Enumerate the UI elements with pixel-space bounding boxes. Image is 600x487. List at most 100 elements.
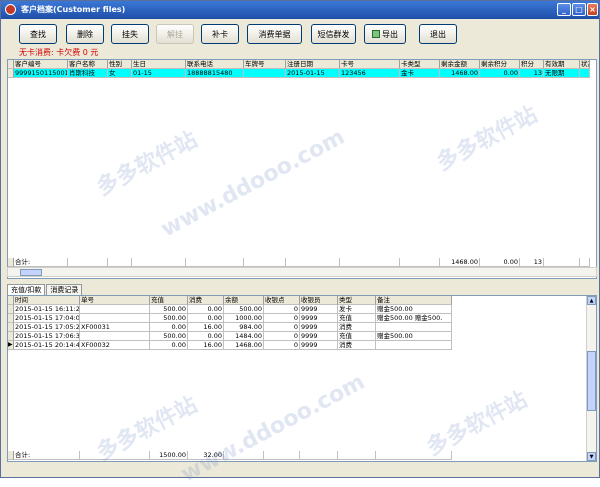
column-header[interactable]: 积分: [520, 60, 544, 69]
column-header[interactable]: 收银员: [300, 296, 338, 305]
delete-button[interactable]: 删除: [66, 24, 104, 44]
search-button[interactable]: 查找: [19, 24, 57, 44]
table-cell: 500.00: [150, 314, 188, 323]
tab-bar: 充值/扣款 消费记录: [7, 284, 83, 295]
status-text: 无卡消费: 卡欠费 0 元: [19, 48, 99, 57]
scroll-thumb[interactable]: [20, 269, 42, 276]
column-header[interactable]: 性别: [108, 60, 132, 69]
table-cell: 2015-01-15 17:06:31: [14, 332, 80, 341]
table-cell: 消费: [338, 341, 376, 350]
table-cell: 9999: [300, 323, 338, 332]
table-cell: 9999: [300, 314, 338, 323]
table-cell: 2015-01-15 17:04:07: [14, 314, 80, 323]
recharge-grid[interactable]: 时间 单号 充值 消费 余额 收银点 收银员 类型 备注 2015-01-15 …: [7, 295, 597, 462]
customer-grid[interactable]: 客户编号 客户名称 性别 生日 联系电话 车牌号 注册日期 卡号 卡类型 剩余金…: [7, 59, 597, 279]
column-header[interactable]: 充值: [150, 296, 188, 305]
tab-recharge[interactable]: 充值/扣款: [7, 284, 46, 295]
table-row[interactable]: 2015-01-15 16:11:25 500.00 0.00 500.00 0…: [8, 305, 596, 314]
totals-row: 合计: 1468.00 0.00 13: [8, 258, 596, 267]
column-header[interactable]: 单号: [80, 296, 150, 305]
column-header[interactable]: 收银点: [264, 296, 300, 305]
column-header[interactable]: 卡类型: [400, 60, 440, 69]
column-header[interactable]: 客户编号: [14, 60, 68, 69]
table-cell: 2015-01-15: [286, 69, 340, 78]
table-cell: 123456: [340, 69, 400, 78]
table-cell: 0: [264, 341, 300, 350]
table-cell: [376, 341, 452, 350]
column-header[interactable]: 生日: [132, 60, 186, 69]
column-header[interactable]: 注册日期: [286, 60, 340, 69]
export-button[interactable]: 导出: [364, 24, 406, 44]
column-header[interactable]: 消费: [188, 296, 224, 305]
table-cell: 9999: [300, 332, 338, 341]
table-cell: 18888815480: [186, 69, 244, 78]
total-consume: 32.00: [188, 451, 224, 460]
search-button-label: 查找: [30, 29, 46, 39]
table-cell: 0.00: [188, 314, 224, 323]
report-loss-button[interactable]: 挂失: [111, 24, 149, 44]
table-row[interactable]: 2015-01-15 17:04:07 500.00 0.00 1000.00 …: [8, 314, 596, 323]
scroll-up-button[interactable]: ▲: [587, 296, 596, 305]
table-cell: 充值: [338, 332, 376, 341]
column-header[interactable]: 联系电话: [186, 60, 244, 69]
table-cell: 2015-01-15 17:05:24: [14, 323, 80, 332]
table-cell: 无限期: [544, 69, 580, 78]
column-header[interactable]: 余额: [224, 296, 264, 305]
table-cell: 500.00: [150, 332, 188, 341]
table-cell: 1468.00: [224, 341, 264, 350]
totals-label: 合计:: [14, 258, 68, 267]
sms-group-button[interactable]: 短信群发: [311, 24, 356, 44]
table-row[interactable]: 2015-01-15 17:05:24 XF00031 0.00 16.00 9…: [8, 323, 596, 332]
totals-row: 合计: 1500.00 32.00: [8, 451, 596, 460]
unfreeze-button[interactable]: 解挂: [156, 24, 194, 44]
exit-button[interactable]: 退出: [419, 24, 457, 44]
table-row[interactable]: 9999150115001 肖斯科技 女 01-15 18888815480 2…: [8, 69, 596, 78]
column-header[interactable]: 备注: [376, 296, 452, 305]
column-header[interactable]: 类型: [338, 296, 376, 305]
minimize-button[interactable]: _: [557, 3, 571, 16]
app-icon: [5, 4, 16, 15]
close-button[interactable]: ×: [587, 3, 598, 16]
column-header[interactable]: 车牌号: [244, 60, 286, 69]
consumption-list-button[interactable]: 消费单据: [247, 24, 302, 44]
horizontal-scrollbar[interactable]: [7, 267, 597, 277]
maximize-button[interactable]: □: [572, 3, 586, 16]
table-cell: 984.00: [224, 323, 264, 332]
customer-files-window: 客户档案(Customer files) _ □ × 查找 删除 挂失 解挂 补…: [0, 0, 600, 487]
column-header[interactable]: 剩余积分: [480, 60, 520, 69]
unfreeze-button-label: 解挂: [167, 29, 183, 39]
total-recharge: 1500.00: [150, 451, 188, 460]
table-cell: 1468.00: [440, 69, 480, 78]
table-cell: 1000.00: [224, 314, 264, 323]
table-cell: XF00031: [80, 323, 150, 332]
table-cell: 赠金500.00: [376, 332, 452, 341]
title-bar: 客户档案(Customer files) _ □ ×: [1, 1, 599, 19]
table-cell: [80, 332, 150, 341]
scroll-thumb[interactable]: [587, 351, 596, 411]
column-header[interactable]: 剩余金额: [440, 60, 480, 69]
table-row[interactable]: 2015-01-15 17:06:31 500.00 0.00 1484.00 …: [8, 332, 596, 341]
table-row[interactable]: ▶ 2015-01-15 20:14:48 XF00032 0.00 16.00…: [8, 341, 596, 350]
table-cell: 16.00: [188, 323, 224, 332]
scroll-down-button[interactable]: ▼: [587, 452, 596, 461]
table-cell: 0: [264, 332, 300, 341]
toolbar: 查找 删除 挂失 解挂 补卡 消费单据 短信群发 导出 退出: [1, 19, 599, 49]
table-cell: [80, 305, 150, 314]
table-cell: 0.00: [150, 341, 188, 350]
total-points: 13: [520, 258, 544, 267]
total-points-balance: 0.00: [480, 258, 520, 267]
table-cell: 16.00: [188, 341, 224, 350]
consumption-list-button-label: 消费单据: [258, 29, 291, 39]
reissue-card-button[interactable]: 补卡: [201, 24, 239, 44]
vertical-scrollbar[interactable]: ▲ ▼: [586, 296, 596, 461]
column-header[interactable]: 卡号: [340, 60, 400, 69]
column-header[interactable]: 状态: [580, 60, 590, 69]
column-header[interactable]: 时间: [14, 296, 80, 305]
table-cell: 13: [520, 69, 544, 78]
table-cell: 9999150115001: [14, 69, 68, 78]
exit-button-label: 退出: [430, 29, 446, 39]
column-header[interactable]: 有效期: [544, 60, 580, 69]
table-cell: 肖斯科技: [68, 69, 108, 78]
column-header[interactable]: 客户名称: [68, 60, 108, 69]
tab-consumption[interactable]: 消费记录: [46, 284, 83, 295]
